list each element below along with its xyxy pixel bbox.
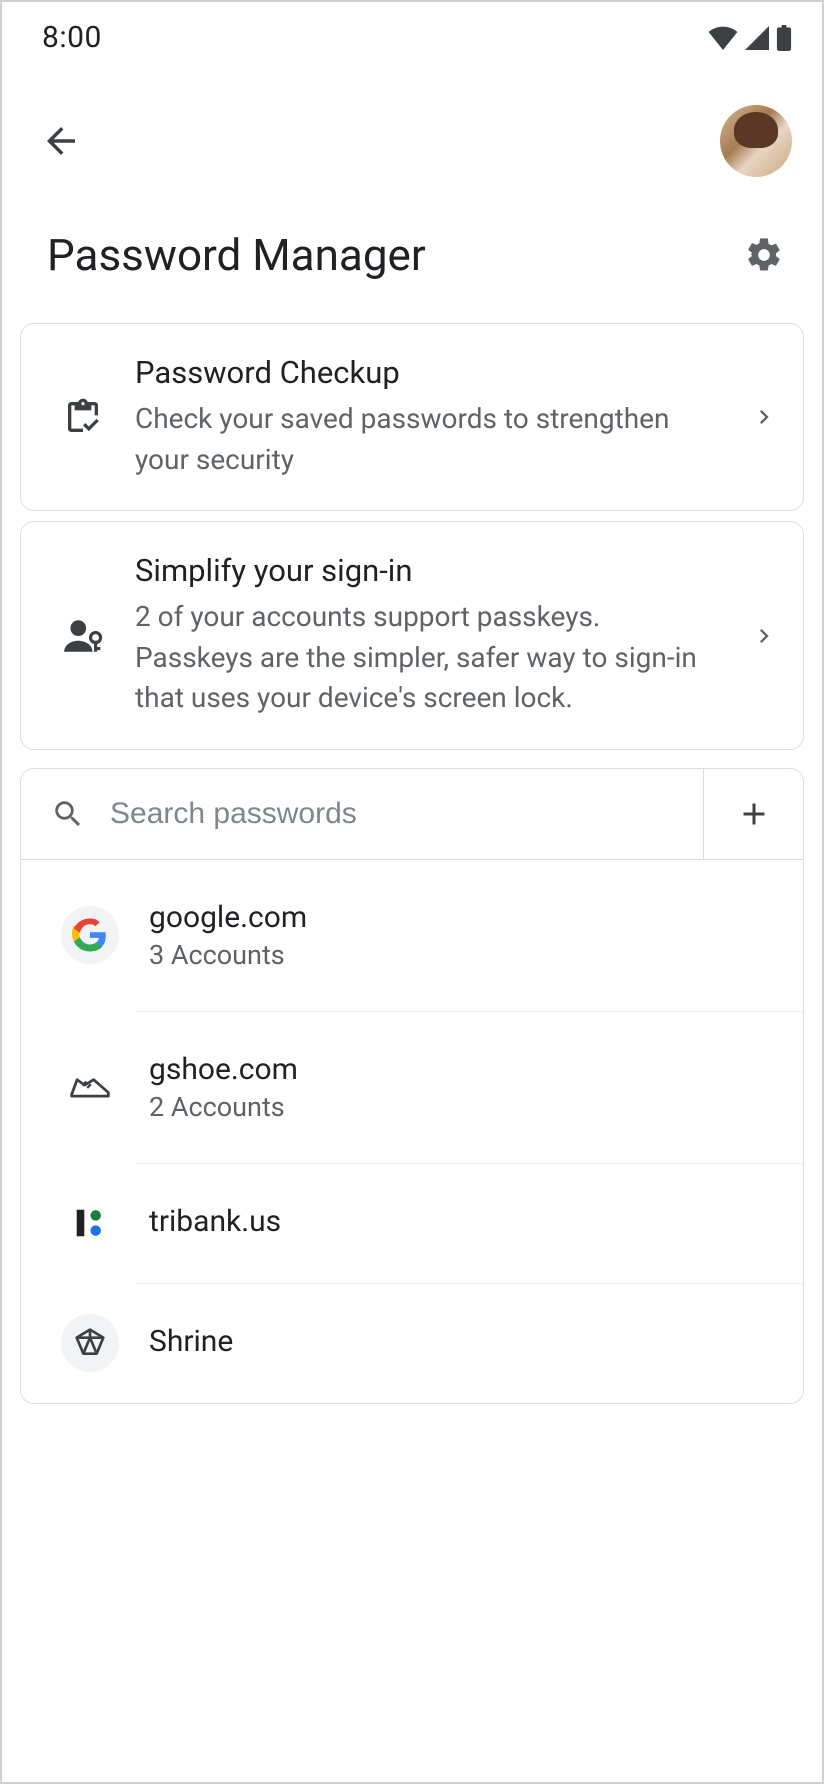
passkeys-title: Simplify your sign-in bbox=[135, 552, 720, 589]
person-key-icon bbox=[61, 616, 105, 656]
entry-site: gshoe.com bbox=[149, 1052, 773, 1087]
entry-site: google.com bbox=[149, 900, 773, 935]
search-area[interactable] bbox=[21, 769, 703, 859]
entry-sub: 3 Accounts bbox=[149, 939, 773, 971]
back-button[interactable] bbox=[37, 117, 85, 165]
search-row bbox=[21, 769, 803, 860]
tribank-favicon bbox=[61, 1194, 119, 1252]
password-checkup-card[interactable]: Password Checkup Check your saved passwo… bbox=[20, 323, 804, 511]
title-row: Password Manager bbox=[2, 197, 822, 313]
chevron-right-icon bbox=[750, 622, 778, 650]
shrine-favicon bbox=[61, 1314, 119, 1372]
password-list: google.com 3 Accounts gshoe.com 2 Accoun… bbox=[20, 768, 804, 1404]
chevron-right-icon bbox=[750, 403, 778, 431]
plus-icon bbox=[736, 796, 772, 832]
gear-icon bbox=[744, 235, 784, 275]
entry-site: tribank.us bbox=[149, 1204, 773, 1239]
passkeys-card[interactable]: Simplify your sign-in 2 of your accounts… bbox=[20, 521, 804, 750]
status-time: 8:00 bbox=[42, 20, 102, 55]
cellular-icon bbox=[744, 26, 770, 50]
entry-site: Shrine bbox=[149, 1324, 773, 1359]
app-bar bbox=[2, 65, 822, 197]
add-password-button[interactable] bbox=[703, 769, 803, 859]
password-entry-google[interactable]: google.com 3 Accounts bbox=[21, 860, 803, 1011]
wifi-icon bbox=[708, 26, 738, 50]
search-icon bbox=[51, 797, 85, 831]
avatar[interactable] bbox=[720, 105, 792, 177]
settings-button[interactable] bbox=[736, 227, 792, 283]
status-bar: 8:00 bbox=[2, 2, 822, 65]
page-title: Password Manager bbox=[47, 229, 426, 281]
password-entry-gshoe[interactable]: gshoe.com 2 Accounts bbox=[21, 1012, 803, 1163]
checkup-title: Password Checkup bbox=[135, 354, 720, 391]
battery-icon bbox=[776, 25, 792, 51]
passkeys-subtitle: 2 of your accounts support passkeys. Pas… bbox=[135, 597, 720, 719]
entry-sub: 2 Accounts bbox=[149, 1091, 773, 1123]
arrow-back-icon bbox=[40, 120, 82, 162]
password-entry-tribank[interactable]: tribank.us bbox=[21, 1164, 803, 1283]
search-input[interactable] bbox=[110, 797, 673, 831]
status-icons bbox=[708, 25, 792, 51]
clipboard-check-icon bbox=[61, 397, 105, 437]
checkup-subtitle: Check your saved passwords to strengthen… bbox=[135, 399, 720, 480]
shoe-favicon bbox=[61, 1058, 119, 1116]
google-favicon bbox=[61, 906, 119, 964]
password-entry-shrine[interactable]: Shrine bbox=[21, 1284, 803, 1403]
